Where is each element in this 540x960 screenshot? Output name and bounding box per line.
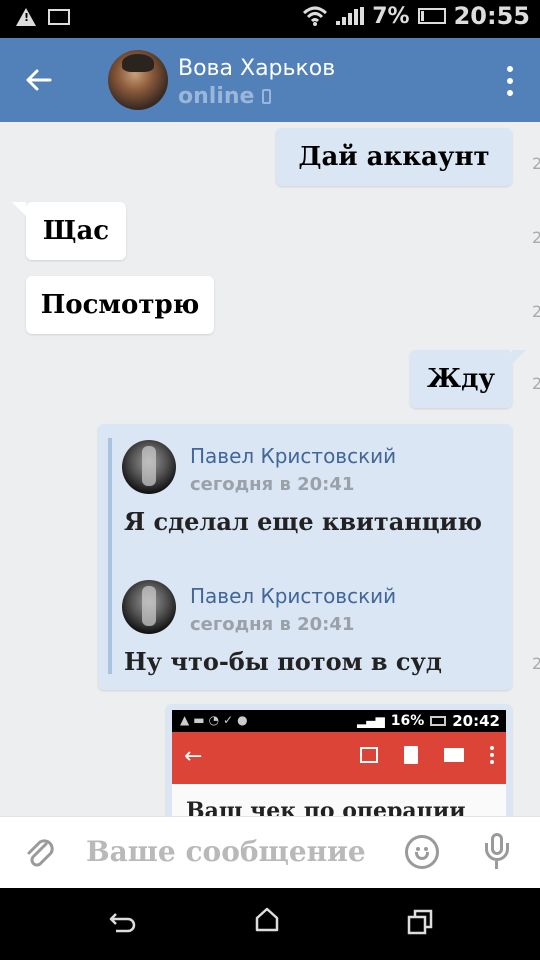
message-text: Дай аккаунт	[298, 142, 490, 172]
message-bubble[interactable]: Щас	[12, 202, 126, 260]
attachment-toolbar: ←	[172, 732, 506, 784]
message-bubble[interactable]: Дай аккаунт	[276, 128, 512, 186]
attachment-email-body: Ваш чек по операции	[172, 784, 506, 816]
forward-text: Ну что-бы потом в суд	[124, 647, 442, 676]
attachment-status-bar: ▲▬◔✓● ▂▄▆ 16% 20:42	[172, 710, 506, 732]
smile-icon[interactable]	[405, 835, 439, 869]
message-composer: Ваше сообщение	[0, 816, 540, 888]
attachment-more-icon	[490, 746, 494, 764]
message-text: Жду	[426, 364, 496, 394]
contact-name[interactable]: Вова Харьков	[178, 56, 335, 81]
more-vertical-icon[interactable]	[502, 66, 518, 96]
nav-recent-icon[interactable]	[406, 908, 434, 936]
attachment-email-text: Ваш чек по операции	[186, 798, 466, 816]
message-bubble[interactable]: Жду	[410, 350, 526, 408]
message-list[interactable]: Дай аккаунт 2 Щас 2 Посмотрю 2 Жду 2 Пав…	[0, 122, 540, 816]
forward-author-name[interactable]: Павел Кристовский	[190, 584, 396, 608]
status-bar: 7% 20:55	[0, 0, 540, 38]
microphone-icon[interactable]	[484, 833, 510, 873]
attachment-battery-percent: 16%	[390, 713, 425, 729]
forward-timestamp: сегодня в 20:41	[190, 474, 355, 495]
battery-icon	[417, 8, 446, 24]
image-icon	[48, 9, 70, 25]
forward-timestamp: сегодня в 20:41	[190, 614, 355, 635]
phone-icon	[262, 89, 272, 104]
quote-bar	[108, 438, 112, 674]
paperclip-icon[interactable]	[22, 835, 58, 871]
message-bubble[interactable]: Посмотрю	[26, 276, 214, 334]
attachment-clock: 20:42	[452, 712, 500, 730]
forward-text: Я сделал еще квитанцию	[124, 507, 482, 536]
contact-avatar[interactable]	[108, 50, 168, 110]
attachment-battery-icon	[430, 716, 447, 726]
signal-icon	[336, 7, 365, 25]
warning-icon	[16, 8, 36, 26]
wifi-icon	[303, 6, 328, 26]
forward-author-avatar[interactable]	[122, 440, 176, 494]
chat-header: Вова Харьков online	[0, 38, 540, 122]
clock: 20:55	[453, 2, 530, 30]
back-arrow-icon	[26, 69, 52, 91]
forwarded-messages[interactable]: Павел Кристовский сегодня в 20:41 Я сдел…	[98, 424, 512, 690]
nav-back-icon[interactable]	[108, 910, 136, 936]
mail-icon	[444, 748, 464, 762]
forward-author-name[interactable]: Павел Кристовский	[190, 444, 396, 468]
battery-percent: 7%	[372, 3, 410, 29]
message-text: Щас	[42, 216, 110, 246]
attachment-back-icon: ←	[184, 744, 203, 769]
forward-author-avatar[interactable]	[122, 580, 176, 634]
back-button[interactable]	[18, 60, 58, 100]
nav-home-icon[interactable]	[254, 906, 280, 932]
image-attachment[interactable]: ▲▬◔✓● ▂▄▆ 16% 20:42 ← Ваш чек по операци…	[166, 704, 512, 816]
message-text: Посмотрю	[40, 290, 200, 320]
contact-status: online	[178, 84, 272, 109]
status-text: online	[178, 84, 255, 109]
system-nav-bar	[0, 888, 540, 960]
archive-icon	[360, 747, 378, 763]
message-input[interactable]: Ваше сообщение	[86, 835, 366, 868]
trash-icon	[404, 746, 418, 764]
